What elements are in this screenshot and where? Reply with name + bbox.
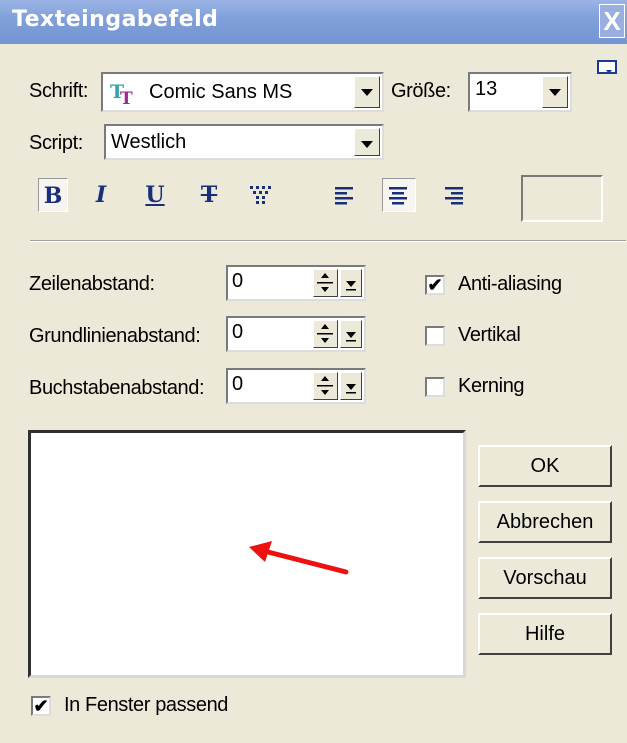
title-bar: Texteingabefeld X (0, 0, 627, 44)
ok-button[interactable]: OK (478, 445, 612, 487)
cancel-button[interactable]: Abbrechen (478, 501, 612, 543)
window-title: Texteingabefeld (12, 7, 219, 32)
help-button[interactable]: Hilfe (478, 613, 612, 655)
fit-window-label: In Fenster passend (64, 694, 229, 716)
close-button[interactable]: X (599, 4, 625, 38)
preview-button[interactable]: Vorschau (478, 557, 612, 599)
fit-window-checkbox[interactable]: ✔ (31, 696, 51, 716)
dialog-body: Schrift: T T Comic Sans MS Größe: 13 Scr… (0, 44, 627, 743)
